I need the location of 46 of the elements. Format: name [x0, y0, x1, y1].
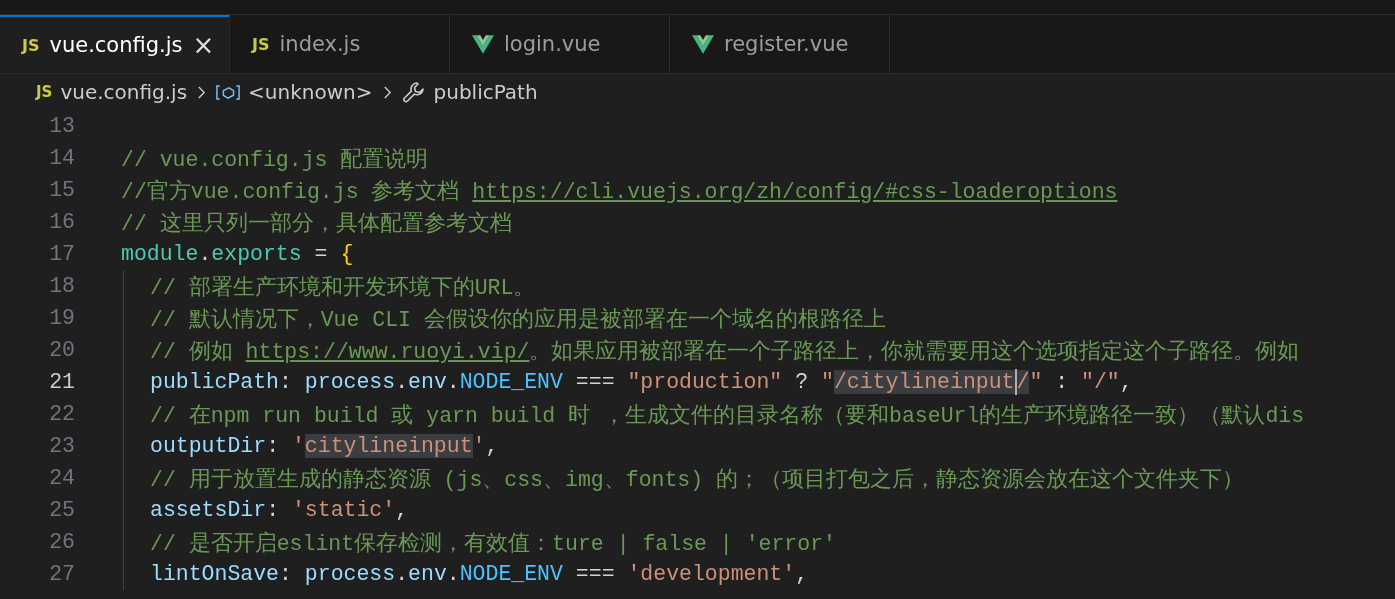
editor-tab[interactable]: JS index.js	[230, 15, 450, 73]
line-number: 17	[48, 242, 75, 266]
breadcrumb-item[interactable]: vue.config.js	[60, 80, 188, 104]
line-number: 22	[48, 402, 75, 426]
line-number: 26	[48, 530, 75, 554]
line-number: 13	[48, 114, 75, 138]
code-line: // 例如 https://www.ruoyi.vip/。如果应用被部署在一个子路径上，你就需要用这个选项指定这个子路径。例如	[150, 338, 1300, 365]
line-number: 20	[48, 338, 75, 362]
line-number: 23	[48, 434, 75, 458]
breadcrumb-item[interactable]: <unknown>	[248, 80, 373, 104]
line-number: 24	[48, 466, 75, 490]
breadcrumb-item[interactable]: publicPath	[433, 80, 538, 104]
code-line: outputDir: 'citylineinput',	[150, 434, 499, 458]
code-line: publicPath: process.env.NODE_ENV === "production" ? "/citylineinput/" : "/",	[150, 369, 1133, 395]
line-number: 27	[48, 562, 75, 586]
code-line: module.exports = {	[121, 242, 354, 266]
vue-logo-icon	[692, 34, 714, 54]
line-number: 14	[48, 146, 75, 170]
code-line: // 是否开启eslint保存检测，有效值：ture | false | 'error'	[150, 530, 836, 557]
code-line: assetsDir: 'static',	[150, 498, 409, 522]
code-line: // 部署生产环境和开发环境下的URL。	[150, 274, 536, 301]
js-file-icon: JS	[22, 35, 40, 55]
vue-logo-icon	[472, 34, 494, 54]
close-icon[interactable]: ×	[192, 30, 215, 60]
code-line: // vue.config.js 配置说明	[121, 146, 429, 173]
line-number: 25	[48, 498, 75, 522]
editor-tab[interactable]: login.vue	[450, 15, 670, 73]
editor-tab[interactable]: JS vue.config.js ×	[0, 15, 230, 73]
js-file-icon: JS	[36, 83, 53, 101]
code-line: lintOnSave: process.env.NODE_ENV === 'development',	[150, 562, 809, 586]
code-line: //官方vue.config.js 参考文档 https://cli.vuejs.org/zh/config/#css-loaderoptions	[121, 178, 1118, 205]
symbol-variable-icon	[216, 83, 241, 101]
editor-tab[interactable]: register.vue	[670, 15, 890, 73]
line-number: 16	[48, 210, 75, 234]
line-number: 15	[48, 178, 75, 202]
wrench-icon	[401, 80, 426, 104]
line-number: 21	[48, 370, 75, 394]
js-file-icon: JS	[252, 34, 270, 54]
line-number: 19	[48, 306, 75, 330]
code-line: // 用于放置生成的静态资源 (js、css、img、fonts) 的；（项目打包之后，静态资源会放在这个文件夹下）	[150, 466, 1245, 493]
chevron-icon	[382, 84, 392, 100]
code-line: // 默认情况下，Vue CLI 会假设你的应用是被部署在一个域名的根路径上	[150, 306, 886, 333]
line-number: 18	[48, 274, 75, 298]
code-line: // 这里只列一部分，具体配置参考文档	[121, 210, 512, 237]
code-line: // 在npm run build 或 yarn build 时 ，生成文件的目录名称（要和baseUrl的生产环境路径一致）（默认dis	[150, 402, 1305, 429]
chevron-icon	[197, 84, 207, 100]
